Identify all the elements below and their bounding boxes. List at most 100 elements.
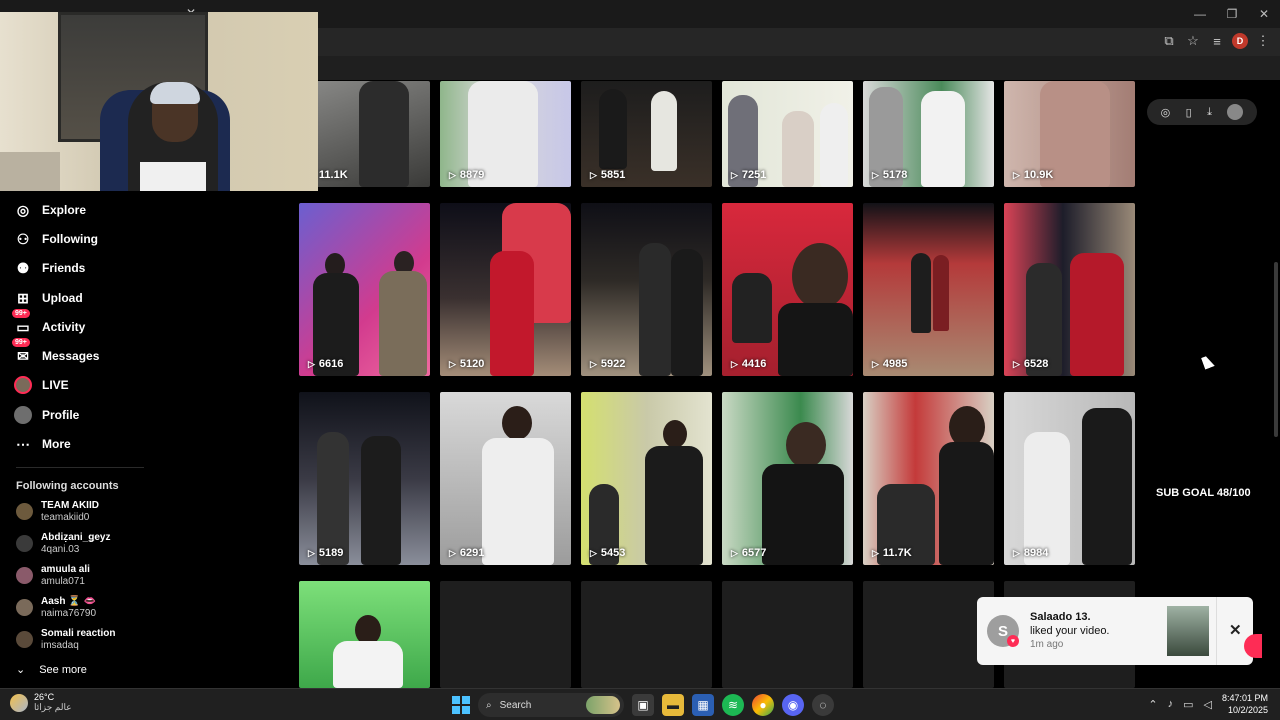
chrome-icon[interactable]: ● (752, 694, 774, 716)
volume-icon[interactable]: ◁ (1204, 698, 1212, 711)
video-tile[interactable]: ▷ 4985 (863, 203, 994, 376)
video-tile[interactable]: ▷ 8879 (440, 81, 571, 187)
video-tile[interactable]: ▷ 5189 (299, 392, 430, 565)
clock[interactable]: 8:47:01 PM 10/2/2025 (1222, 692, 1268, 716)
video-tile[interactable]: ▷ 6577 (722, 392, 853, 565)
sidebar-item-profile[interactable]: Profile (14, 404, 79, 426)
view-count-text: 10.9K (1023, 169, 1054, 181)
notification-video-thumbnail[interactable] (1167, 606, 1209, 656)
account-avatar (16, 535, 33, 552)
page-scrollbar[interactable] (1274, 262, 1278, 437)
view-count: ▷ 5922 (590, 358, 625, 370)
video-tile[interactable]: ▷ 5922 (581, 203, 712, 376)
video-tile[interactable]: ▷ 5453 (581, 392, 712, 565)
view-count: ▷ 6577 (731, 547, 766, 559)
sub-goal-text: SUB GOAL 48/100 (1156, 487, 1251, 499)
see-more-button[interactable]: ⌄ See more (16, 663, 87, 677)
spotify-icon[interactable]: ≋ (722, 694, 744, 716)
maximize-button[interactable]: ❐ (1216, 0, 1248, 28)
play-icon: ▷ (590, 358, 597, 369)
account-handle: imsadaq (41, 640, 79, 651)
video-figure (490, 251, 534, 376)
account-item[interactable]: amuula ali amula071 (16, 564, 146, 590)
sidebar-item-messages[interactable]: ✉ 99+ Messages (12, 338, 100, 367)
view-count: ▷ 7251 (731, 169, 766, 181)
network-icon[interactable]: ▭ (1183, 698, 1193, 711)
view-count-text: 5922 (600, 358, 626, 370)
device-icon[interactable]: ▯ (1186, 106, 1192, 119)
notification-divider (1216, 597, 1217, 665)
video-tile[interactable]: ▷ 5120 (440, 203, 571, 376)
extensions-icon[interactable]: ≡ (1208, 32, 1226, 50)
clock-time: 8:47:01 PM (1221, 693, 1268, 703)
sidebar-item-following[interactable]: ⚇ Following (14, 228, 98, 250)
account-name: amuula ali (41, 564, 90, 575)
taskbar-search[interactable]: ⌕ Search (478, 693, 624, 717)
video-figure (762, 464, 844, 565)
account-name: Somali reaction (41, 628, 116, 639)
sidebar-item-friends[interactable]: ⚉ Friends (14, 257, 86, 279)
play-icon: ▷ (308, 358, 315, 369)
video-tile[interactable]: ▷ 10.9K (1004, 81, 1135, 187)
account-item[interactable]: Aash ⏳ 👄 naima76790 (16, 596, 146, 622)
close-icon[interactable]: ✕ (1229, 621, 1242, 639)
video-figure (379, 271, 427, 376)
video-tile[interactable]: ▷ 8984 (1004, 392, 1135, 565)
minimize-button[interactable]: — (1184, 0, 1216, 28)
store-icon[interactable]: ▦ (692, 694, 714, 716)
sidebar-item-label: Messages (42, 349, 100, 363)
view-count: ▷ 5851 (590, 169, 625, 181)
play-icon: ▷ (731, 358, 738, 369)
live-icon (14, 376, 32, 394)
system-tray: ⌃ ♪ ▭ ◁ 8:47:01 PM 10/2/2025 (1148, 692, 1268, 716)
install-app-icon[interactable]: ⧉ (1160, 32, 1178, 50)
file-explorer-icon[interactable]: ▬ (662, 694, 684, 716)
view-count-text: 4985 (882, 358, 908, 370)
video-tile[interactable] (299, 581, 430, 688)
video-figure-head (663, 420, 687, 448)
chevron-down-icon: ⌄ (16, 664, 26, 676)
notification-message: liked your video. (1030, 625, 1110, 637)
video-tile[interactable]: ▷11.1K (299, 81, 430, 187)
account-item[interactable]: TEAM AKIID teamakiid0 (16, 500, 146, 526)
weather-widget[interactable]: 26°C عالم جزائا (10, 692, 72, 713)
task-view-icon[interactable]: ▣ (632, 694, 654, 716)
app-icon[interactable]: ◌ (812, 694, 834, 716)
sidebar-item-explore[interactable]: ◎ Explore (14, 199, 86, 221)
video-tile[interactable]: ▷ 4416 (722, 203, 853, 376)
video-figure (482, 438, 554, 565)
download-icon[interactable]: ⤓ (1207, 106, 1212, 119)
video-figure (1070, 253, 1124, 376)
video-tile[interactable]: ▷ 6291 (440, 392, 571, 565)
video-tile[interactable]: ▷ 11.7K (863, 392, 994, 565)
account-item[interactable]: Abdiẓani_ǥeyz 4qani.03 (16, 532, 146, 558)
kebab-menu-icon[interactable]: ⋮ (1254, 32, 1272, 50)
view-count-text: 8984 (1023, 547, 1049, 559)
play-icon: ▷ (449, 547, 456, 558)
microphone-icon[interactable]: ♪ (1168, 698, 1174, 710)
video-tile[interactable]: ▷ 5178 (863, 81, 994, 187)
sidebar-item-more[interactable]: ⋯ More (14, 433, 71, 455)
start-windows-icon[interactable] (452, 696, 470, 714)
video-tile[interactable]: ▷ 6528 (1004, 203, 1135, 376)
sidebar-item-live[interactable]: LIVE (14, 374, 69, 396)
video-tile[interactable]: ▷ 5851 (581, 81, 712, 187)
user-avatar-icon[interactable] (1227, 104, 1244, 120)
close-window-button[interactable]: ✕ (1248, 0, 1280, 28)
get-app-tab[interactable] (1244, 634, 1262, 658)
video-tile[interactable]: ▷ 7251 (722, 81, 853, 187)
sidebar-item-activity[interactable]: ▭ 99+ Activity (12, 309, 85, 338)
sidebar-item-label: LIVE (42, 378, 69, 392)
view-count: ▷ 5120 (449, 358, 484, 370)
bookmark-star-icon[interactable]: ☆ (1184, 32, 1202, 50)
like-notification[interactable]: S ♥ Salaado 13. liked your video. 1m ago… (977, 597, 1253, 665)
view-count-text: 6577 (741, 547, 767, 559)
video-tile[interactable]: ▷ 6616 (299, 203, 430, 376)
speed-icon[interactable]: ◎ (1161, 106, 1171, 119)
sidebar-item-upload[interactable]: ⊞ Upload (14, 287, 83, 309)
webcam-desk (0, 152, 60, 191)
discord-icon[interactable]: ◉ (782, 694, 804, 716)
profile-avatar-icon[interactable]: D (1232, 33, 1248, 49)
account-item[interactable]: Somali reaction imsadaq (16, 628, 146, 654)
chevron-up-icon[interactable]: ⌃ (1148, 698, 1157, 711)
